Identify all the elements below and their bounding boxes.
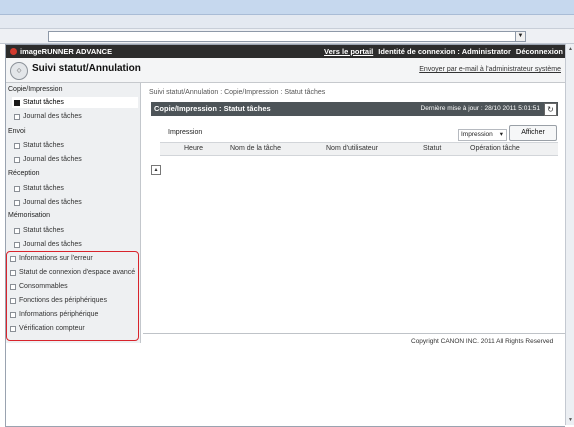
sidebar-item-label: Informations sur l'erreur	[19, 255, 93, 262]
sidebar-item-label: Journal des tâches	[23, 113, 82, 120]
sidebar-item-label: Vérification compteur	[19, 325, 85, 332]
scroll-up-icon[interactable]: ▲	[567, 45, 574, 53]
sidebar-item-label: Statut tâches	[23, 227, 64, 234]
table-header: Heure Nom de la tâche Nom d'utilisateur …	[160, 142, 558, 156]
page-header: ◇ Suivi statut/Annulation Envoyer par e-…	[6, 58, 565, 83]
bullet-icon	[14, 199, 20, 206]
scroll-down-icon[interactable]: ▼	[567, 416, 574, 424]
sidebar-item-counter-check[interactable]: Vérification compteur	[10, 323, 85, 334]
sidebar-item-device-info[interactable]: Informations périphérique	[10, 309, 98, 320]
sidebar-item-device-features[interactable]: Fonctions des périphériques	[10, 295, 107, 306]
panel-title: Copie/Impression : Statut tâches	[154, 104, 271, 113]
job-type-select[interactable]: Impression ▾	[458, 129, 507, 141]
sidebar-item-label: Statut tâches	[23, 185, 64, 192]
bullet-icon	[14, 227, 20, 234]
canon-logo-icon	[10, 48, 17, 55]
sidebar-item-label: Statut de connexion d'espace avancé	[19, 269, 136, 276]
browser-toolbar	[0, 15, 574, 29]
bullet-icon	[10, 297, 16, 304]
sidebar-item-label: Fonctions des périphériques	[19, 297, 107, 304]
email-admin-link[interactable]: Envoyer par e-mail à l'administrateur sy…	[419, 66, 561, 73]
breadcrumb: Suivi statut/Annulation : Copie/Impressi…	[149, 89, 326, 96]
sidebar-item-send-job-status[interactable]: Statut tâches	[14, 140, 138, 151]
page-title: Suivi statut/Annulation	[32, 63, 141, 74]
login-info: Identité de connexion : Administrator	[378, 47, 511, 56]
highlight-box: Informations sur l'erreur Statut de conn…	[6, 251, 139, 341]
sidebar-item-advanced-space-status[interactable]: Statut de connexion d'espace avancé	[10, 267, 135, 278]
bullet-icon	[14, 185, 20, 192]
column-header: Nom d'utilisateur	[326, 145, 378, 152]
sidebar-item-consumables[interactable]: Consommables	[10, 281, 68, 292]
bullet-icon	[10, 311, 16, 318]
status-monitor-icon: ◇	[10, 62, 28, 80]
bullet-icon	[14, 113, 20, 120]
sidebar-item-label: Consommables	[19, 283, 68, 290]
sidebar-item-label: Journal des tâches	[23, 199, 82, 206]
brand-name: imageRUNNER ADVANCE	[20, 47, 113, 56]
sidebar-item-receive-job-status[interactable]: Statut tâches	[14, 183, 138, 194]
copyright: Copyright CANON INC. 2011 All Rights Res…	[411, 338, 554, 345]
column-header: Nom de la tâche	[230, 145, 281, 152]
top-links: Vers le portail Identité de connexion : …	[324, 45, 563, 58]
chevron-down-icon: ▾	[499, 131, 503, 138]
sidebar-item-receive-job-log[interactable]: Journal des tâches	[14, 197, 138, 208]
sidebar-item-copy-job-status[interactable]: Statut tâches	[12, 97, 138, 108]
column-header: Heure	[184, 145, 204, 152]
sidebar-section-receive[interactable]: Réception	[8, 170, 40, 177]
sidebar-item-send-job-log[interactable]: Journal des tâches	[14, 154, 138, 165]
page-viewport: imageRUNNER ADVANCE Vers le portail Iden…	[5, 44, 565, 427]
sidebar-section-copy-print[interactable]: Copie/Impression	[8, 86, 62, 93]
bullet-icon	[14, 241, 20, 248]
browser-title-bar	[0, 0, 574, 15]
sidebar-item-error-info[interactable]: Informations sur l'erreur	[10, 253, 93, 264]
address-dropdown-icon[interactable]: ▼	[515, 32, 525, 41]
browser-address-row: ▼	[0, 29, 574, 44]
refresh-icon[interactable]: ↻	[544, 103, 557, 116]
sidebar: Copie/Impression Statut tâches Journal d…	[6, 83, 141, 343]
address-bar[interactable]: ▼	[48, 31, 526, 42]
sidebar-item-copy-job-log[interactable]: Journal des tâches	[14, 111, 138, 122]
app-header-bar: imageRUNNER ADVANCE Vers le portail Iden…	[6, 45, 565, 58]
collapse-icon[interactable]: ▴	[151, 165, 161, 175]
bullet-icon	[10, 283, 16, 290]
sidebar-item-label: Journal des tâches	[23, 241, 82, 248]
column-header: Opération tâche	[470, 145, 520, 152]
sidebar-item-label: Statut tâches	[23, 142, 64, 149]
sidebar-item-store-job-log[interactable]: Journal des tâches	[14, 239, 138, 250]
bullet-icon	[14, 142, 20, 149]
sidebar-item-label: Informations périphérique	[19, 311, 99, 318]
bullet-icon	[10, 325, 16, 332]
sidebar-section-send[interactable]: Envoi	[8, 128, 26, 135]
bullet-icon	[14, 156, 20, 163]
sidebar-item-label: Statut tâches	[23, 99, 64, 106]
panel-header: Copie/Impression : Statut tâches Dernièr…	[151, 102, 558, 116]
portal-link[interactable]: Vers le portail	[324, 45, 373, 58]
sidebar-section-store[interactable]: Mémorisation	[8, 212, 50, 219]
sidebar-item-store-job-status[interactable]: Statut tâches	[14, 225, 138, 236]
brand: imageRUNNER ADVANCE	[10, 45, 112, 58]
bullet-icon	[14, 99, 20, 106]
bullet-icon	[10, 269, 16, 276]
sidebar-item-label: Journal des tâches	[23, 156, 82, 163]
column-header: Statut	[423, 145, 442, 152]
last-update: Dernière mise à jour : 28/10 2011 5:01:5…	[420, 105, 540, 112]
table-title: Impression	[168, 129, 203, 136]
logout-link[interactable]: Déconnexion	[516, 45, 563, 58]
bullet-icon	[10, 255, 16, 262]
footer-divider	[143, 333, 565, 334]
page-scrollbar[interactable]: ▲ ▼	[565, 44, 574, 425]
job-type-select-value: Impression	[461, 131, 493, 138]
show-button[interactable]: Afficher	[509, 125, 557, 141]
